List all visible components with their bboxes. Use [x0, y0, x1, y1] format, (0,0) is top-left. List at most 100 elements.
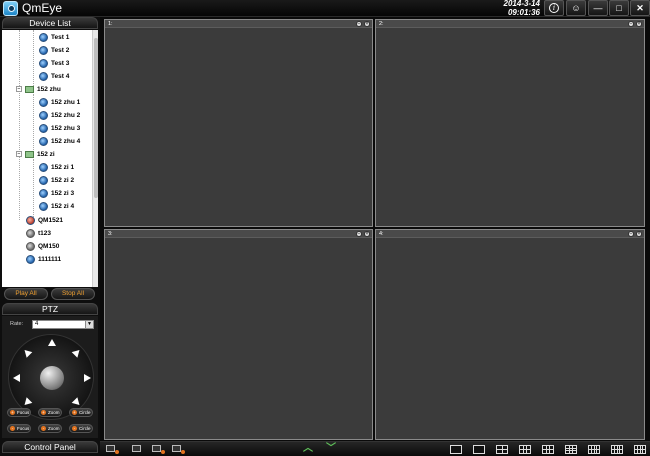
tree-connector	[33, 159, 34, 217]
video-pane-1[interactable]: 1: − ×	[104, 19, 373, 227]
screenshot-icon[interactable]	[106, 444, 119, 454]
ptz-down-right-arrow-icon[interactable]	[71, 397, 83, 408]
title-bar: QmEye 2014-3-14 09:01:36 i ☺ — □ ✕	[0, 0, 650, 17]
pane-close-icon[interactable]: ×	[364, 21, 370, 27]
play-all-button[interactable]: Play All	[4, 288, 48, 300]
zoom-minus-button[interactable]: - Zoom	[38, 424, 62, 433]
camera-icon	[39, 123, 48, 133]
video-pane-3[interactable]: 3: − ×	[104, 229, 373, 440]
app-title: QmEye	[22, 1, 63, 15]
bottom-toolbar: ︿ ﹀	[100, 441, 650, 456]
rate-label: Rate:	[10, 321, 24, 327]
ptz-left-arrow-icon[interactable]	[13, 374, 20, 382]
tree-item-152-zi-1[interactable]: 152 zi 1	[39, 161, 74, 173]
minus-icon: -	[41, 426, 46, 431]
circle-minus-button[interactable]: - Circle	[69, 424, 93, 433]
rate-value: 4	[35, 321, 39, 327]
sidebar: Device List Test 1 Test 2 Test 3 Test 4 …	[0, 17, 100, 456]
video-pane-4[interactable]: 4: − ×	[375, 229, 645, 440]
pane-number: 2:	[379, 21, 384, 27]
pane-minimize-icon[interactable]: −	[356, 231, 362, 237]
layout-custom-icon[interactable]	[450, 445, 462, 454]
layout-25-icon[interactable]	[634, 445, 646, 454]
ptz-up-left-arrow-icon[interactable]	[21, 347, 33, 358]
camera-icon	[39, 201, 48, 211]
rate-select[interactable]: 4 ▼	[32, 320, 94, 329]
qmeye-logo-icon	[3, 1, 18, 16]
tree-group-152-zhu[interactable]: −152 zhu	[16, 83, 61, 95]
layout-8-icon[interactable]	[542, 445, 554, 454]
folder-icon[interactable]	[132, 444, 143, 454]
tree-item-152-zhu-3[interactable]: 152 zhu 3	[39, 122, 80, 134]
maximize-button[interactable]: □	[609, 0, 629, 16]
tree-item-152-zi-4[interactable]: 152 zi 4	[39, 200, 74, 212]
play-controls: Play All Stop All	[2, 288, 98, 300]
tree-item-test-1[interactable]: Test 1	[39, 31, 69, 43]
pane-minimize-icon[interactable]: −	[356, 21, 362, 27]
tree-connector	[33, 94, 34, 152]
camera-icon	[39, 110, 48, 120]
chevron-up-icon[interactable]: ︿	[303, 443, 313, 455]
tree-item-qm1521[interactable]: QM1521	[26, 214, 63, 226]
info-icon: i	[549, 3, 559, 13]
info-button[interactable]: i	[544, 0, 564, 16]
ptz-right-arrow-icon[interactable]	[84, 374, 91, 382]
plus-icon: +	[41, 410, 46, 415]
record-icon[interactable]	[152, 444, 165, 454]
ptz-panel: Rate: 4 ▼	[2, 316, 98, 438]
camera-icon	[39, 71, 48, 81]
tree-item-t123[interactable]: t123	[26, 227, 51, 239]
camera-icon	[39, 97, 48, 107]
camera-icon	[39, 188, 48, 198]
layout-1-icon[interactable]	[473, 445, 485, 454]
tree-group-152-zi[interactable]: −152 zi	[16, 148, 55, 160]
video-pane-2[interactable]: 2: − ×	[375, 19, 645, 227]
focus-minus-button[interactable]: - Focus	[7, 424, 31, 433]
ptz-down-left-arrow-icon[interactable]	[21, 397, 33, 408]
pane-number: 3:	[108, 231, 113, 237]
close-button[interactable]: ✕	[630, 0, 650, 16]
tree-item-test-3[interactable]: Test 3	[39, 57, 69, 69]
scrollbar-thumb[interactable]	[94, 38, 98, 198]
audio-icon[interactable]	[172, 444, 185, 454]
tree-item-test-2[interactable]: Test 2	[39, 44, 69, 56]
ptz-up-arrow-icon[interactable]	[48, 339, 56, 346]
pane-title-bar: 2: − ×	[376, 20, 644, 28]
user-button[interactable]: ☺	[566, 0, 586, 16]
tree-item-152-zhu-4[interactable]: 152 zhu 4	[39, 135, 80, 147]
stop-all-button[interactable]: Stop All	[51, 288, 95, 300]
layout-4-icon[interactable]	[496, 445, 508, 454]
minimize-button[interactable]: —	[588, 0, 608, 16]
collapse-icon[interactable]: −	[16, 151, 22, 157]
layout-6-icon[interactable]	[519, 445, 531, 454]
device-tree[interactable]: Test 1 Test 2 Test 3 Test 4 −152 zhu 152…	[2, 30, 98, 287]
layout-16-icon[interactable]	[611, 445, 623, 454]
tree-item-test-4[interactable]: Test 4	[39, 70, 69, 82]
pane-minimize-icon[interactable]: −	[628, 21, 634, 27]
camera-icon	[39, 162, 48, 172]
layout-13-icon[interactable]	[588, 445, 600, 454]
tree-item-152-zhu-1[interactable]: 152 zhu 1	[39, 96, 80, 108]
ptz-center-knob[interactable]	[40, 366, 64, 390]
camera-icon	[39, 45, 48, 55]
circle-plus-button[interactable]: + Circle	[69, 408, 93, 417]
pane-close-icon[interactable]: ×	[636, 21, 642, 27]
pane-close-icon[interactable]: ×	[636, 231, 642, 237]
control-panel-header[interactable]: Control Panel	[2, 441, 98, 453]
camera-icon	[39, 136, 48, 146]
zoom-plus-button[interactable]: + Zoom	[38, 408, 62, 417]
pane-title-bar: 4: − ×	[376, 230, 644, 238]
pane-minimize-icon[interactable]: −	[628, 231, 634, 237]
tree-item-152-zhu-2[interactable]: 152 zhu 2	[39, 109, 80, 121]
chevron-down-icon[interactable]: ﹀	[326, 443, 336, 455]
focus-plus-button[interactable]: + Focus	[7, 408, 31, 417]
tree-scrollbar[interactable]	[92, 30, 98, 287]
layout-9-icon[interactable]	[565, 445, 577, 454]
pane-close-icon[interactable]: ×	[364, 231, 370, 237]
tree-item-qm150[interactable]: QM150	[26, 240, 59, 252]
ptz-up-right-arrow-icon[interactable]	[71, 347, 83, 358]
tree-item-152-zi-2[interactable]: 152 zi 2	[39, 174, 74, 186]
tree-item-152-zi-3[interactable]: 152 zi 3	[39, 187, 74, 199]
tree-item-1111111[interactable]: 1111111	[26, 253, 61, 265]
collapse-icon[interactable]: −	[16, 86, 22, 92]
